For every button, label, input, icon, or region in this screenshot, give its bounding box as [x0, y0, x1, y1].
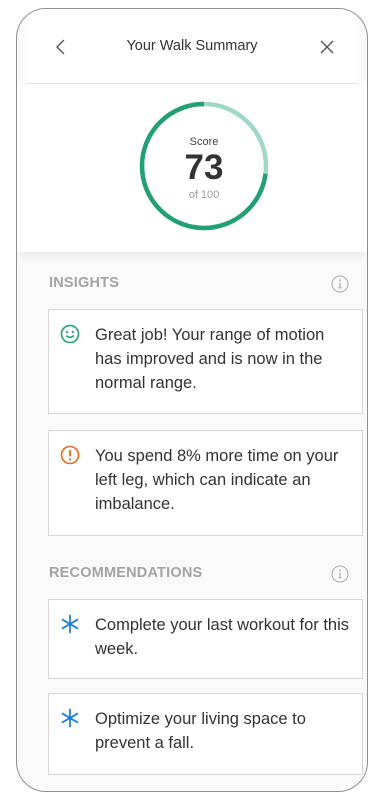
header-bar: Your Walk Summary	[27, 9, 357, 84]
insight-text: Great job! Your range of motion has impr…	[95, 326, 325, 392]
phone-frame: Your Walk Summary Score 73 of 100 INSIGH…	[16, 8, 368, 792]
info-icon[interactable]	[331, 565, 349, 583]
score-value: 73	[184, 148, 224, 187]
score-max-label: of 100	[188, 189, 220, 201]
recommendation-card[interactable]: Complete your last workout for this week…	[48, 599, 363, 679]
score-label: Score	[189, 136, 219, 148]
insights-title: INSIGHTS	[49, 275, 120, 291]
close-icon[interactable]	[317, 37, 337, 57]
recommendation-text: Optimize your living space to prevent a …	[95, 710, 306, 752]
page-title: Your Walk Summary	[126, 38, 258, 54]
info-icon[interactable]	[331, 275, 349, 293]
recommendation-card[interactable]: Optimize your living space to prevent a …	[48, 693, 363, 775]
score-panel: Score 73 of 100	[17, 84, 367, 252]
insight-card[interactable]: You spend 8% more time on your left leg,…	[48, 430, 363, 536]
smile-icon	[60, 324, 80, 344]
asterisk-icon	[60, 708, 80, 728]
alert-circle-icon	[60, 445, 80, 465]
recommendation-text: Complete your last workout for this week…	[95, 616, 350, 658]
asterisk-icon	[60, 614, 80, 634]
insight-card[interactable]: Great job! Your range of motion has impr…	[48, 309, 363, 414]
insight-text: You spend 8% more time on your left leg,…	[95, 447, 339, 513]
recommendations-title: RECOMMENDATIONS	[49, 565, 203, 581]
